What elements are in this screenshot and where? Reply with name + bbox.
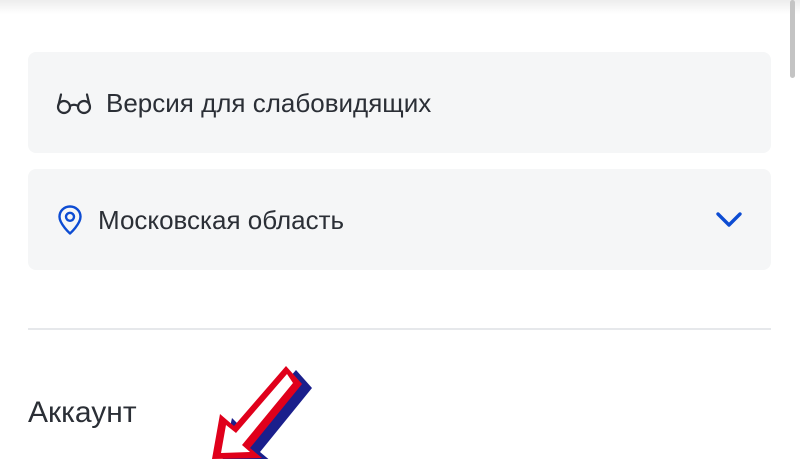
accessibility-version-item[interactable]: Версия для слабовидящих <box>28 52 771 153</box>
account-section-title: Аккаунт <box>28 396 137 429</box>
region-label: Московская область <box>98 204 345 235</box>
section-divider <box>28 328 771 330</box>
accessibility-version-label: Версия для слабовидящих <box>106 87 432 118</box>
location-pin-icon <box>56 204 84 236</box>
header-shadow <box>0 0 800 14</box>
glasses-icon <box>56 91 92 115</box>
chevron-down-icon[interactable] <box>715 211 743 229</box>
scrollbar[interactable] <box>790 0 795 78</box>
region-selector[interactable]: Московская область <box>28 169 771 270</box>
annotation-arrow-icon <box>190 360 330 464</box>
